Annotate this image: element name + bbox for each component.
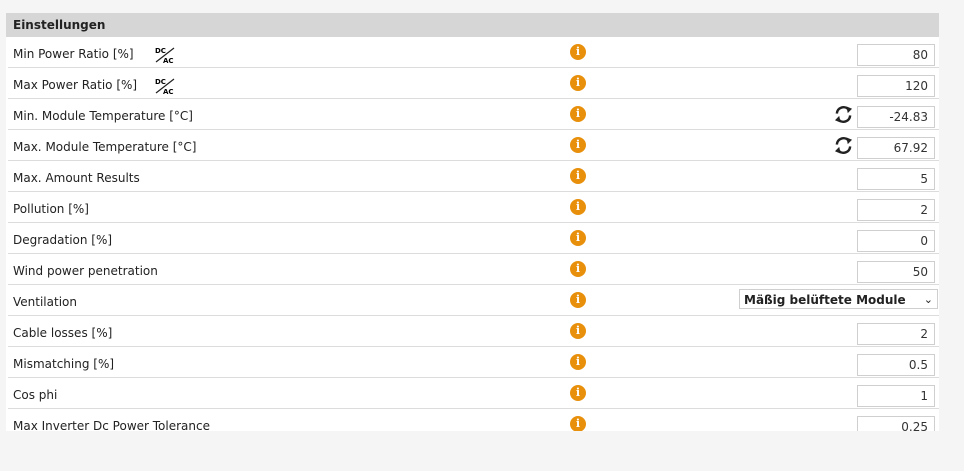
chevron-down-icon: ⌄ (923, 293, 933, 306)
info-icon[interactable]: i (570, 230, 586, 246)
settings-list: Min Power Ratio [%]DCACiMax Power Ratio … (6, 37, 939, 431)
setting-value-input[interactable] (857, 385, 935, 407)
setting-value-input[interactable] (857, 44, 935, 66)
setting-value-input[interactable] (857, 416, 935, 431)
setting-label: Min Power Ratio [%] (13, 47, 134, 61)
dc-ac-icon: DC AC (155, 47, 175, 64)
setting-row: Pollution [%] i (8, 192, 939, 223)
setting-row: Max. Amount Results i (8, 161, 939, 192)
setting-row: Max Inverter Dc Power Tolerance i (8, 409, 939, 431)
setting-value-input[interactable] (857, 168, 935, 190)
info-icon[interactable]: i (570, 323, 586, 339)
svg-text:AC: AC (163, 88, 174, 95)
refresh-icon[interactable] (834, 136, 853, 155)
info-icon[interactable]: i (570, 416, 586, 431)
setting-row: Ventilation i Mäßig belüftete Module ⌄ (8, 285, 939, 316)
setting-value-input[interactable] (857, 261, 935, 283)
setting-value-input[interactable] (857, 354, 935, 376)
refresh-icon[interactable] (834, 105, 853, 124)
info-icon[interactable]: i (570, 44, 586, 60)
setting-row: Degradation [%] i (8, 223, 939, 254)
setting-label: Wind power penetration (13, 264, 158, 278)
setting-label: Max Inverter Dc Power Tolerance (13, 419, 210, 431)
setting-row: Max. Module Temperature [°C] i (8, 130, 939, 161)
info-icon[interactable]: i (570, 292, 586, 308)
setting-label: Max. Module Temperature [°C] (13, 140, 197, 154)
setting-label: Degradation [%] (13, 233, 113, 247)
setting-value-input[interactable] (857, 199, 935, 221)
setting-row: Mismatching [%] i (8, 347, 939, 378)
setting-label: Cos phi (13, 388, 58, 402)
setting-label: Min. Module Temperature [°C] (13, 109, 193, 123)
select-value: Mäßig belüftete Module (744, 293, 906, 307)
setting-row: Max Power Ratio [%] DC AC i (8, 68, 939, 99)
svg-text:AC: AC (163, 57, 174, 64)
info-icon[interactable]: i (570, 106, 586, 122)
setting-label: Ventilation (13, 295, 77, 309)
info-icon[interactable]: i (570, 199, 586, 215)
info-icon[interactable]: i (570, 354, 586, 370)
setting-row: Cos phi i (8, 378, 939, 409)
setting-row: Min. Module Temperature [°C] i (8, 99, 939, 130)
setting-row: Wind power penetration i (8, 254, 939, 285)
setting-row: Min Power Ratio [%] DC AC i (8, 37, 939, 68)
setting-label: Max. Amount Results (13, 171, 140, 185)
svg-text:DC: DC (155, 78, 166, 86)
ventilation-select[interactable]: Mäßig belüftete Module ⌄ (739, 289, 938, 309)
info-icon[interactable]: i (570, 261, 586, 277)
setting-label: Max Power Ratio [%] (13, 78, 138, 92)
section-header: Einstellungen (6, 13, 939, 37)
setting-label: Mismatching [%] (13, 357, 115, 371)
info-icon[interactable]: i (570, 385, 586, 401)
setting-value-input[interactable] (857, 106, 935, 128)
dc-ac-icon: DC AC (155, 78, 175, 95)
svg-text:DC: DC (155, 47, 166, 55)
info-icon[interactable]: i (570, 75, 586, 91)
setting-row: Cable losses [%] i (8, 316, 939, 347)
setting-value-input[interactable] (857, 137, 935, 159)
settings-panel: Einstellungen Min Power Ratio [%]DCACiMa… (6, 13, 939, 431)
info-icon[interactable]: i (570, 168, 586, 184)
setting-value-input[interactable] (857, 323, 935, 345)
setting-label: Pollution [%] (13, 202, 89, 216)
setting-value-input[interactable] (857, 230, 935, 252)
info-icon[interactable]: i (570, 137, 586, 153)
setting-label: Cable losses [%] (13, 326, 113, 340)
setting-value-input[interactable] (857, 75, 935, 97)
